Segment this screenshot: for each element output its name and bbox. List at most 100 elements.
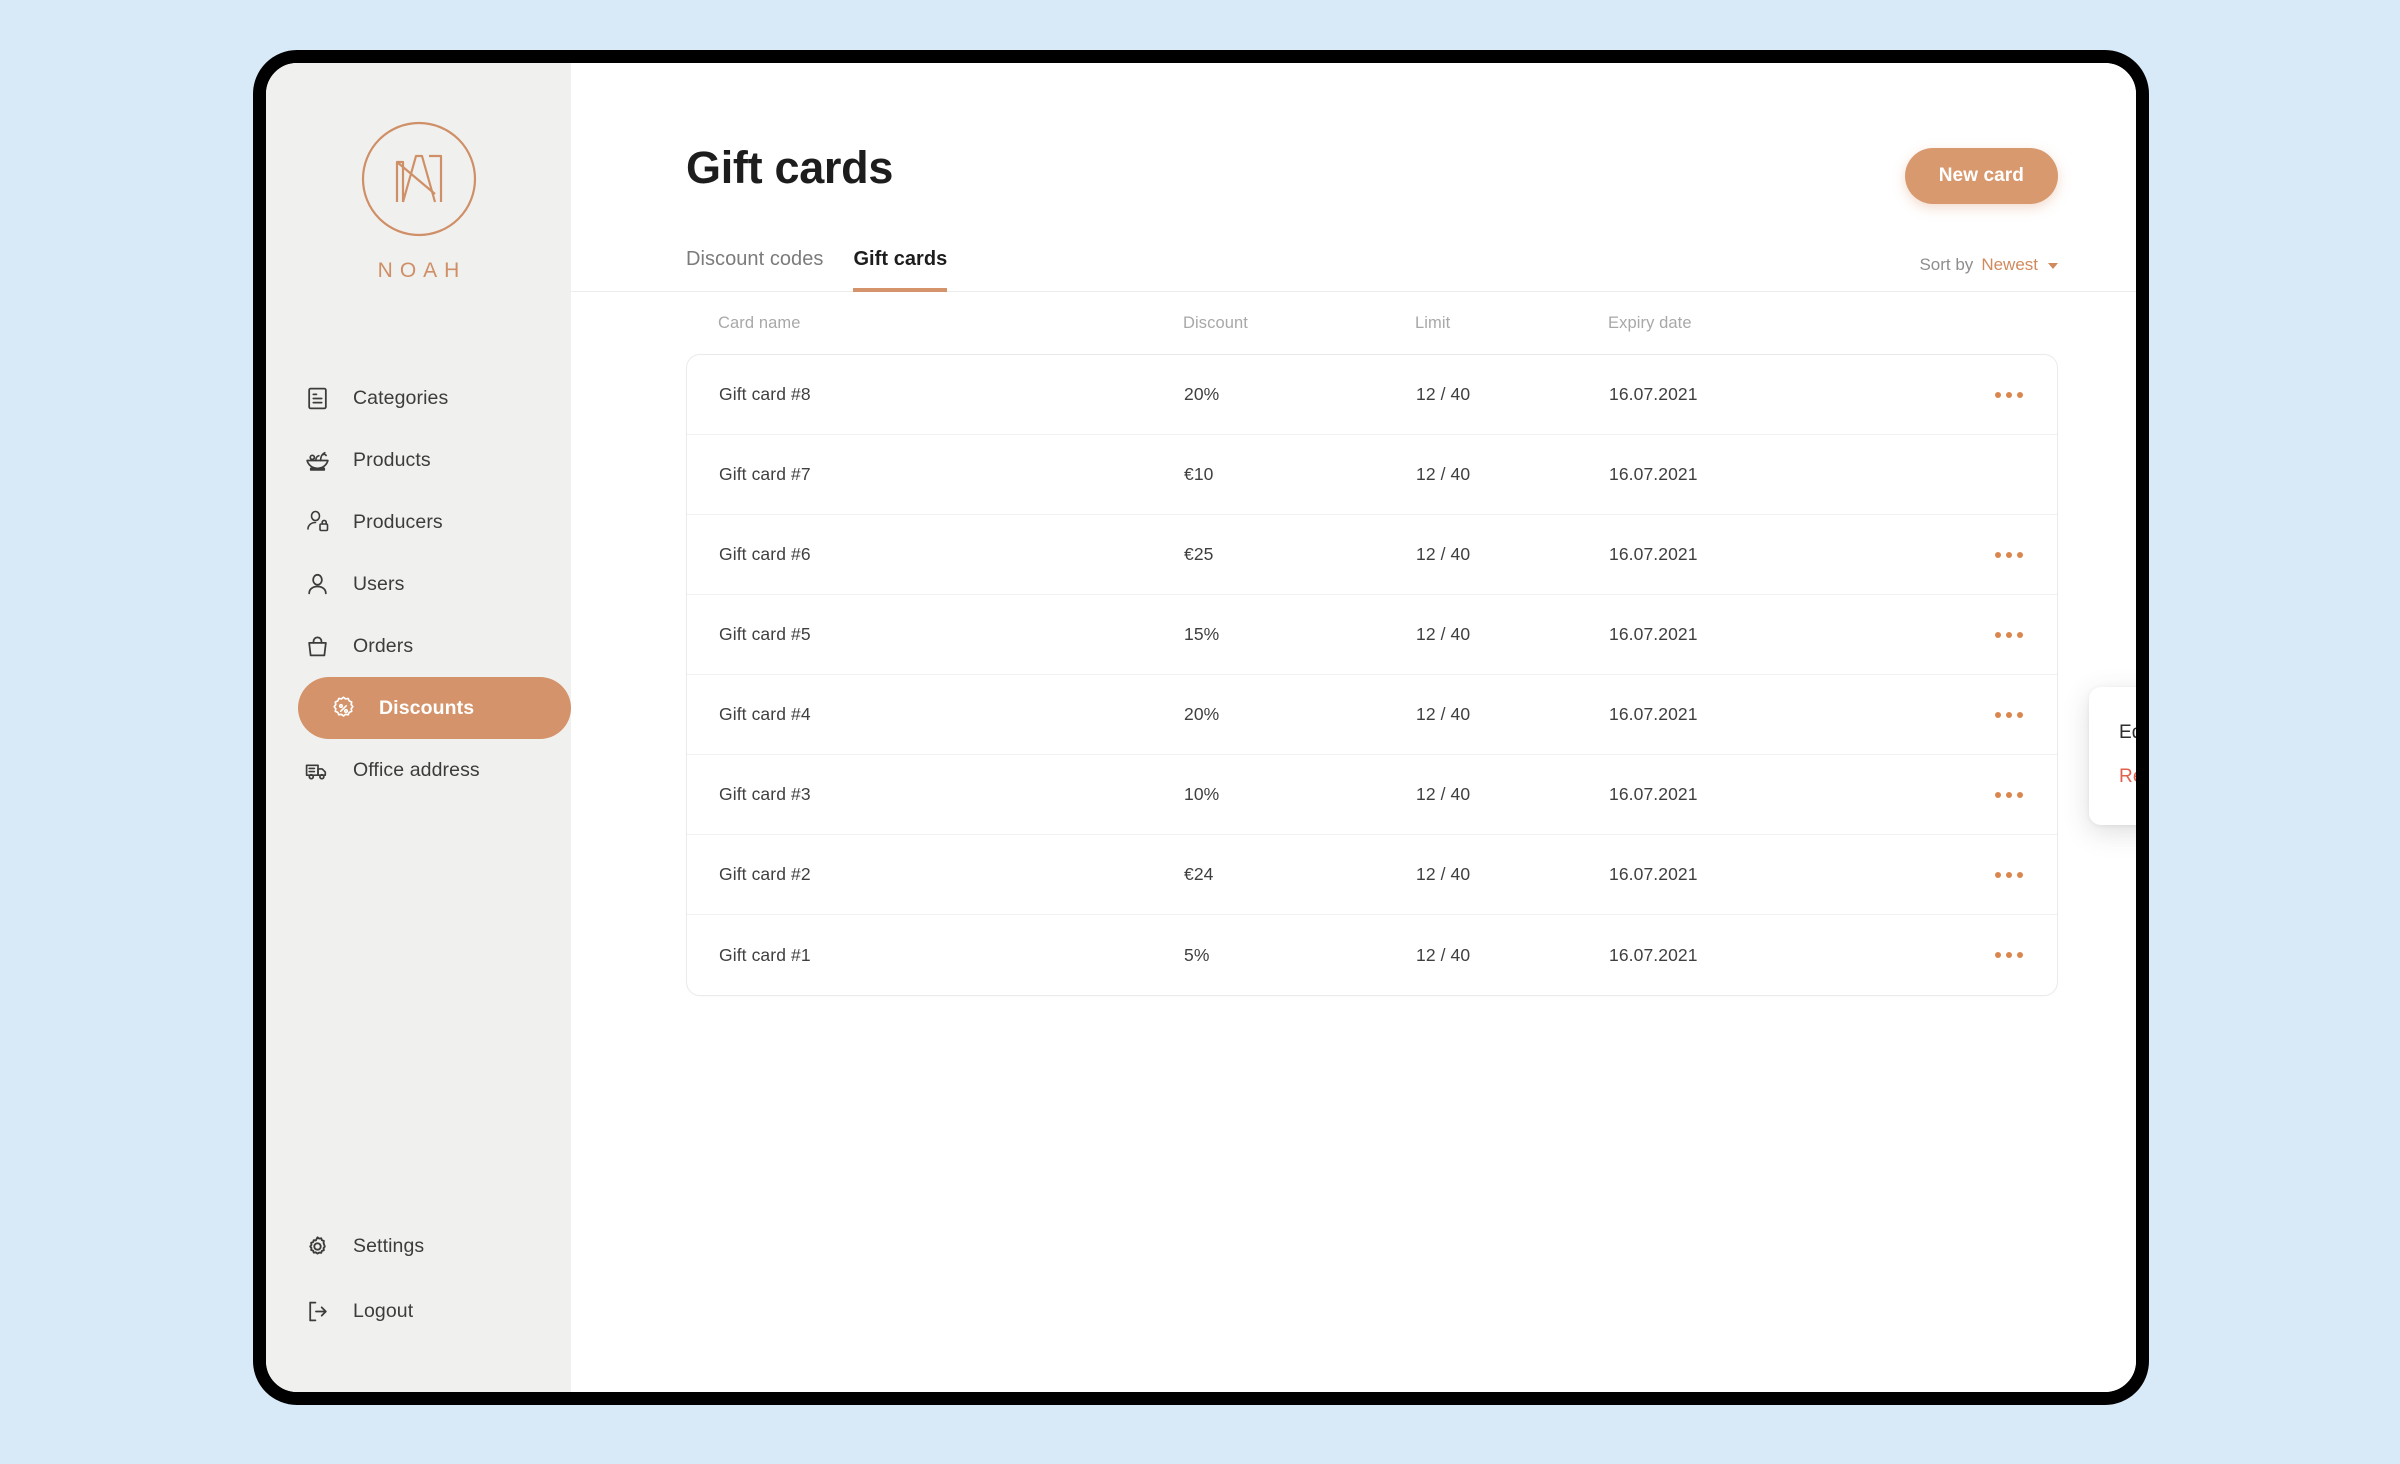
cell-discount: 15% xyxy=(1184,624,1220,644)
sidebar-item-office-address[interactable]: Office address xyxy=(266,739,571,801)
kebab-horizontal-icon[interactable] xyxy=(1993,704,2025,726)
sidebar-item-label: Logout xyxy=(353,1300,414,1322)
cell-discount: €10 xyxy=(1184,464,1214,484)
kebab-horizontal-icon[interactable] xyxy=(1993,784,2025,806)
column-header-expiry-date: Expiry date xyxy=(1608,313,1692,332)
sidebar-item-producers[interactable]: Producers xyxy=(266,491,571,553)
cell-limit: 12 / 40 xyxy=(1416,384,1471,404)
kebab-horizontal-icon[interactable] xyxy=(1993,384,2025,406)
table-row[interactable]: Gift card #8 20% 12 / 40 16.07.2021 xyxy=(687,355,2057,435)
new-card-button[interactable]: New card xyxy=(1904,148,2058,204)
sidebar-nav-secondary: Settings Logout xyxy=(266,1214,571,1344)
kebab-horizontal-icon[interactable] xyxy=(1993,944,2025,966)
sidebar-item-categories[interactable]: Categories xyxy=(266,367,571,429)
context-menu-item-edit[interactable]: Edit xyxy=(2089,711,2136,755)
sidebar-nav-primary: Categories Products Producers Users Orde… xyxy=(266,367,571,801)
column-header-card-name: Card name xyxy=(718,313,801,332)
sort-by-label: Sort by xyxy=(1919,255,1974,274)
cell-card-name: Gift card #5 xyxy=(719,624,811,644)
cell-discount: 5% xyxy=(1184,944,1210,965)
cell-expiry-date: 16.07.2021 xyxy=(1609,464,1698,484)
brand-logo: NOAH xyxy=(266,63,571,283)
sidebar-item-settings[interactable]: Settings xyxy=(266,1214,571,1279)
kebab-horizontal-icon[interactable] xyxy=(1993,624,2025,646)
cell-expiry-date: 16.07.2021 xyxy=(1609,704,1698,724)
main-content: Gift cards New card Discount codes Gift … xyxy=(571,63,2136,1392)
cell-card-name: Gift card #1 xyxy=(719,944,811,965)
table-header-row: Card name Discount Limit Expiry date xyxy=(686,292,2058,354)
sidebar-item-label: Users xyxy=(353,572,405,595)
cell-card-name: Gift card #8 xyxy=(719,384,811,404)
cell-limit: 12 / 40 xyxy=(1416,944,1471,965)
shopping-bag-icon xyxy=(304,633,331,660)
sort-by-control[interactable]: Sort by Newest xyxy=(1919,255,2058,291)
table-row[interactable]: Gift card #6 €25 12 / 40 16.07.2021 xyxy=(687,515,2057,595)
table-row[interactable]: Gift card #2 €24 12 / 40 16.07.2021 xyxy=(687,835,2057,915)
sidebar-item-label: Settings xyxy=(353,1235,425,1257)
brand-name: NOAH xyxy=(377,259,467,282)
sidebar-item-logout[interactable]: Logout xyxy=(266,1279,571,1344)
cell-discount: 20% xyxy=(1184,384,1220,404)
cell-expiry-date: 16.07.2021 xyxy=(1609,944,1698,965)
kebab-horizontal-icon[interactable] xyxy=(1993,864,2025,886)
cell-discount: 20% xyxy=(1184,704,1220,724)
sort-by-value: Newest xyxy=(1981,255,2038,274)
sidebar-item-label: Office address xyxy=(353,758,480,781)
sidebar-item-label: Orders xyxy=(353,634,414,657)
user-bag-icon xyxy=(304,509,331,536)
cell-expiry-date: 16.07.2021 xyxy=(1609,624,1698,644)
cell-discount: €25 xyxy=(1184,544,1214,564)
cell-limit: 12 / 40 xyxy=(1416,544,1471,564)
noah-monogram-icon xyxy=(358,118,480,245)
document-list-icon xyxy=(304,385,331,412)
table-row[interactable]: Gift card #5 15% 12 / 40 16.07.2021 xyxy=(687,595,2057,675)
chevron-down-icon xyxy=(2048,263,2058,269)
cell-discount: 10% xyxy=(1184,784,1220,804)
sidebar: NOAH Categories Products Producers Users… xyxy=(266,63,571,1392)
sidebar-item-discounts[interactable]: Discounts xyxy=(298,677,571,739)
sidebar-item-users[interactable]: Users xyxy=(266,553,571,615)
cell-card-name: Gift card #2 xyxy=(719,864,811,884)
cell-limit: 12 / 40 xyxy=(1416,864,1471,884)
table-row[interactable]: Gift card #1 5% 12 / 40 16.07.2021 xyxy=(687,915,2057,995)
user-icon xyxy=(304,571,331,598)
tab-gift-cards[interactable]: Gift cards xyxy=(853,248,948,292)
sidebar-item-label: Products xyxy=(353,448,431,471)
discount-badge-icon xyxy=(330,695,357,722)
tab-list: Discount codes Gift cards xyxy=(686,248,948,292)
table-body: Gift card #8 20% 12 / 40 16.07.2021 Gift… xyxy=(686,354,2058,996)
row-context-menu: Edit Remove xyxy=(2089,687,2136,825)
column-header-discount: Discount xyxy=(1183,313,1248,332)
logout-arrow-icon xyxy=(304,1298,331,1325)
cell-card-name: Gift card #3 xyxy=(719,784,811,804)
cell-expiry-date: 16.07.2021 xyxy=(1609,864,1698,884)
sidebar-item-orders[interactable]: Orders xyxy=(266,615,571,677)
cell-discount: €24 xyxy=(1184,864,1214,884)
gift-cards-table: Card name Discount Limit Expiry date Gif… xyxy=(571,292,2136,996)
table-row[interactable]: Gift card #3 10% 12 / 40 16.07.2021 xyxy=(687,755,2057,835)
delivery-truck-icon xyxy=(304,757,331,784)
sidebar-item-products[interactable]: Products xyxy=(266,429,571,491)
page-header: Gift cards New card xyxy=(571,63,2136,204)
sidebar-item-label: Producers xyxy=(353,510,443,533)
gear-icon xyxy=(304,1233,331,1260)
cell-expiry-date: 16.07.2021 xyxy=(1609,784,1698,804)
cell-limit: 12 / 40 xyxy=(1416,704,1471,724)
table-row[interactable]: Gift card #7 €10 12 / 40 16.07.2021 xyxy=(687,435,2057,515)
kebab-horizontal-icon[interactable] xyxy=(1993,544,2025,566)
cell-limit: 12 / 40 xyxy=(1416,464,1471,484)
cell-limit: 12 / 40 xyxy=(1416,624,1471,644)
tabs-row: Discount codes Gift cards Sort by Newest xyxy=(571,248,2136,292)
cell-limit: 12 / 40 xyxy=(1416,784,1471,804)
sidebar-item-label: Categories xyxy=(353,386,449,409)
cell-card-name: Gift card #7 xyxy=(719,464,811,484)
page-title: Gift cards xyxy=(686,142,894,193)
table-row[interactable]: Gift card #4 20% 12 / 40 16.07.2021 xyxy=(687,675,2057,755)
tab-discount-codes[interactable]: Discount codes xyxy=(686,248,823,292)
context-menu-item-remove[interactable]: Remove xyxy=(2089,755,2136,799)
column-header-limit: Limit xyxy=(1415,313,1451,332)
device-frame: NOAH Categories Products Producers Users… xyxy=(253,50,2149,1405)
cell-expiry-date: 16.07.2021 xyxy=(1609,384,1698,404)
sidebar-item-label: Discounts xyxy=(379,696,475,719)
cell-card-name: Gift card #6 xyxy=(719,544,811,564)
